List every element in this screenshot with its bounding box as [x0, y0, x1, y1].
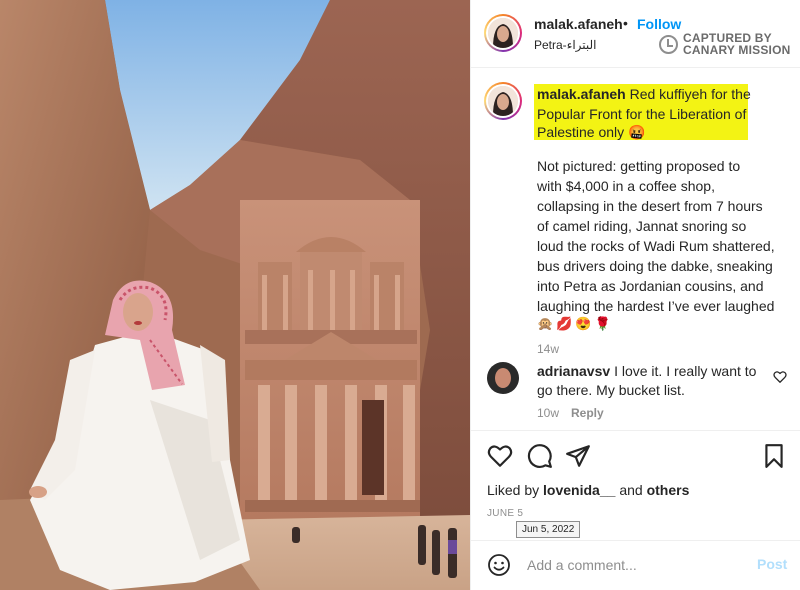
post-comment-button[interactable]: Post [757, 556, 787, 572]
caption-line1-text: Red kuffiyeh for the [629, 86, 751, 102]
comment-meta: 10w Reply [537, 406, 604, 420]
caption-avatar[interactable] [484, 82, 522, 120]
comment-line-1: adrianavsv I love it. I really want to [537, 362, 756, 381]
comment-line-2: go there. My bucket list. [537, 382, 685, 398]
avatar-image [488, 86, 518, 116]
avatar-image [488, 18, 518, 48]
watermark-line2: CANARY MISSION [683, 43, 791, 57]
caption-body-line: Not pictured: getting proposed to [537, 158, 741, 174]
likes-summary: Liked by lovenida__ and others [487, 482, 689, 498]
caption-body-line: of camel riding, Jannat snoring so [537, 218, 747, 234]
caption-line3-text: Palestine only [537, 124, 625, 140]
comment-input[interactable] [527, 554, 747, 576]
petra-treasury-image [0, 0, 470, 590]
reply-button[interactable]: Reply [571, 406, 604, 420]
date-tooltip: Jun 5, 2022 [516, 521, 581, 538]
comment-icon[interactable] [527, 443, 553, 469]
bookmark-icon[interactable] [761, 443, 787, 469]
post-header: malak.afaneh • Follow Petra-البتراء CAPT… [471, 0, 800, 68]
comment-item: adrianavsv I love it. I really want to g… [471, 358, 800, 428]
caption-timestamp[interactable]: 14w [537, 342, 559, 356]
likes-prefix: Liked by [487, 482, 540, 498]
caption-username[interactable]: malak.afaneh [537, 86, 626, 102]
author-username[interactable]: malak.afaneh [534, 16, 623, 32]
caption-body-line: bus drivers doing the dabke, sneaking [537, 258, 773, 274]
post-details-panel: malak.afaneh • Follow Petra-البتراء CAPT… [470, 0, 800, 590]
follow-button[interactable]: Follow [637, 16, 681, 32]
separator-dot: • [623, 15, 628, 31]
caption-line-3: Palestine only 🤬 [537, 122, 646, 142]
canary-mission-watermark: CAPTURED BY CANARY MISSION [659, 32, 799, 58]
likes-others-link[interactable]: others [647, 482, 690, 498]
caption-body-line: with $4,000 in a coffee shop, [537, 178, 715, 194]
caption-emojis: 🙊💋😍🌹 [537, 316, 614, 331]
post-location[interactable]: Petra-البتراء [534, 38, 597, 52]
commenter-avatar[interactable] [487, 362, 519, 394]
caption-body-line: into Petra as Jordanian cousins, and [537, 278, 764, 294]
post-date[interactable]: JUNE 5 [487, 508, 523, 519]
canary-logo-icon [659, 35, 678, 54]
send-icon[interactable] [565, 443, 591, 469]
caption-line-2: Popular Front for the Liberation of [537, 106, 747, 122]
author-avatar[interactable] [484, 14, 522, 52]
comment-timestamp[interactable]: 10w [537, 406, 559, 420]
angry-emoji: 🤬 [628, 124, 646, 140]
caption-line-1: malak.afaneh Red kuffiyeh for the [537, 84, 751, 104]
comment-line1-text: I love it. I really want to [614, 363, 757, 379]
post-actions-bar [471, 430, 800, 476]
heart-icon[interactable] [773, 370, 787, 384]
liker-username[interactable]: lovenida__ [543, 482, 615, 498]
caption-body-line: laughing the hardest I’ve ever laughed [537, 298, 775, 314]
add-comment-bar: Post [471, 540, 800, 590]
smiley-icon[interactable] [487, 553, 511, 577]
commenter-username[interactable]: adrianavsv [537, 363, 610, 379]
post-photo[interactable] [0, 0, 470, 590]
likes-and: and [619, 482, 643, 498]
caption-body-line: collapsing in the desert from 7 hours [537, 198, 763, 214]
caption-body-line: loud the rocks of Wadi Rum shattered, [537, 238, 775, 254]
heart-icon[interactable] [487, 443, 513, 469]
